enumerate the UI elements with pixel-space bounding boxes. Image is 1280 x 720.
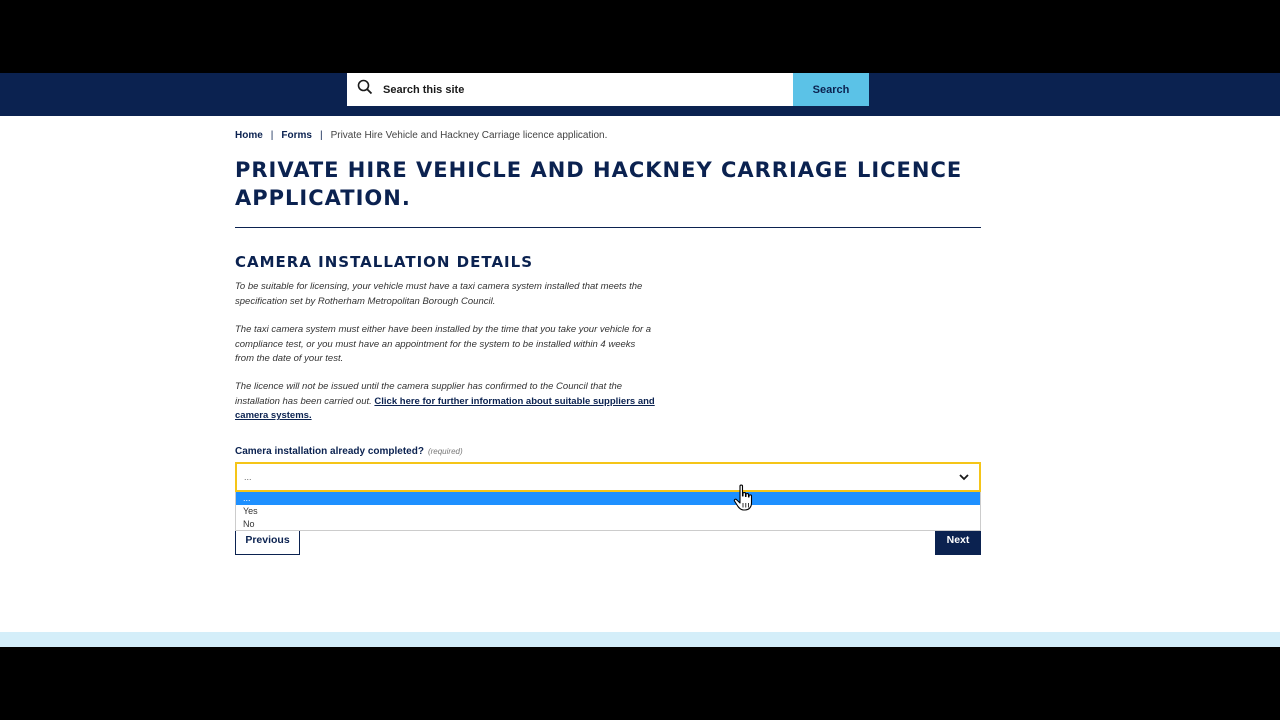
search-bar[interactable] [347,73,793,106]
page-title: PRIVATE HIRE VEHICLE AND HACKNEY CARRIAG… [235,158,963,210]
main-content: Home | Forms | Private Hire Vehicle and Hack… [0,116,1280,632]
info-paragraph-3: The licence will not be issued until the… [235,380,655,424]
letterbox-bottom [0,647,1280,720]
search-input[interactable] [381,82,765,97]
breadcrumb-separator: | [270,130,274,141]
title-divider [235,227,981,228]
field-label-text: Camera installation already completed? [235,446,424,457]
section-title: CAMERA INSTALLATION DETAILS [235,253,534,271]
letterbox-top [0,0,1280,73]
camera-installation-select[interactable]: ... [235,462,981,492]
info-paragraph-2: The taxi camera system must either have … [235,324,652,364]
select-option-yes[interactable]: Yes [236,505,980,518]
hand-pointer-cursor [733,484,753,511]
search-icon [357,79,373,100]
info-paragraph-1: To be suitable for licensing, your vehic… [235,281,643,307]
breadcrumb: Home | Forms | Private Hire Vehicle and Hack… [235,130,607,141]
select-dropdown-list: ... Yes No [235,492,981,531]
camera-installation-label: Camera installation already completed? (r… [235,446,463,457]
select-option-placeholder[interactable]: ... [236,492,980,505]
breadcrumb-separator: | [319,130,323,141]
search-button[interactable]: Search [793,73,869,106]
required-indicator: (required) [427,447,463,456]
breadcrumb-forms-link[interactable]: Forms [281,130,312,141]
breadcrumb-home-link[interactable]: Home [235,130,263,141]
breadcrumb-current: Private Hire Vehicle and Hackney Carriag… [330,130,608,141]
select-current-value: ... [244,472,252,482]
select-option-no[interactable]: No [236,518,980,531]
footer-strip [0,632,1280,647]
